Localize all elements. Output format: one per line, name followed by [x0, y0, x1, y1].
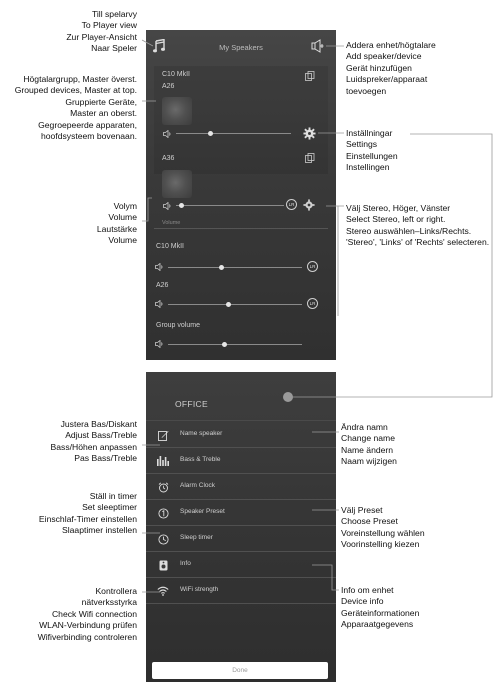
menu-bass-treble[interactable]: Bass & Treble: [146, 448, 336, 474]
group-master-name: C10 MkII: [162, 71, 191, 78]
row1-volume-knob[interactable]: [219, 265, 225, 270]
group-master-volume-track[interactable]: [176, 133, 291, 134]
device-info-icon: [156, 558, 170, 572]
row1-lr-button[interactable]: LR: [307, 261, 318, 272]
menu-label: WiFi strength: [180, 586, 219, 593]
menu-label: Bass & Treble: [180, 456, 221, 463]
row2-volume-knob[interactable]: [225, 302, 231, 307]
speaker2-volume-caption: Volume: [162, 220, 181, 226]
divider: [154, 228, 328, 229]
divider: [146, 420, 336, 421]
speaker2-volume-knob[interactable]: [178, 203, 184, 208]
annotation-volume: Volym Volume Lautstärke Volume: [96, 201, 137, 246]
menu-alarm-clock[interactable]: Alarm Clock: [146, 474, 336, 500]
preset-one-icon: [156, 506, 170, 520]
wifi-icon: [156, 584, 170, 598]
annotation-sleep: Ställ in timer Set sleeptimer Einschlaf-…: [38, 491, 137, 536]
annotation-settings: Inställningar Settings Einstellungen Ins…: [346, 128, 398, 173]
menu-label: Sleep timer: [180, 534, 213, 541]
volume-row1-label: C10 MkII: [156, 243, 185, 250]
menu-label: Name speaker: [180, 430, 223, 437]
menu-label: Alarm Clock: [180, 482, 216, 489]
group-album-art: [162, 97, 192, 125]
menu-wifi-strength[interactable]: WiFi strength: [146, 578, 336, 604]
annotation-bass-treble: Justera Bas/Diskant Adjust Bass/Treble B…: [50, 419, 137, 464]
alarm-clock-icon: [156, 480, 170, 494]
speaker-title: OFFICE: [175, 399, 208, 409]
annotation-to-player: Till spelarvy To Player view Zur Player-…: [66, 9, 137, 54]
group-volume-track[interactable]: [168, 344, 302, 345]
group-speaker-icon[interactable]: [304, 70, 316, 82]
menu-sleep-timer[interactable]: Sleep timer: [146, 526, 336, 552]
group-volume-knob[interactable]: [221, 342, 227, 347]
annotation-stereo: Välj Stereo, Höger, Vänster Select Stere…: [346, 203, 490, 248]
speaker2-group-icon[interactable]: [304, 152, 316, 164]
speaker-settings-screen: OFFICE Name speaker Bass & Treble Alarm …: [146, 372, 336, 682]
annotation-preset: Välj Preset Choose Preset Voreinstellung…: [341, 505, 425, 550]
annotation-info: Info om enhet Device info Geräteinformat…: [341, 585, 420, 630]
group-volume-speaker-icon: [162, 129, 172, 139]
menu-name-speaker[interactable]: Name speaker: [146, 422, 336, 448]
group-master-volume-knob[interactable]: [208, 131, 213, 136]
menu-speaker-preset[interactable]: Speaker Preset: [146, 500, 336, 526]
done-button[interactable]: Done: [152, 662, 328, 679]
speaker2-lr-button[interactable]: LR: [286, 199, 297, 210]
gear-icon[interactable]: [302, 198, 316, 212]
volume-row2-label: A26: [156, 282, 169, 289]
my-speakers-screen: My Speakers C10 MkII A26 A36 LR Volume C…: [146, 30, 336, 360]
speaker2-name: A36: [162, 155, 175, 162]
row2-volume-track[interactable]: [168, 304, 302, 305]
annotation-rename: Ändra namn Change name Name ändern Naam …: [341, 422, 397, 467]
row1-volume-track[interactable]: [168, 267, 302, 268]
add-speaker-icon[interactable]: [310, 38, 326, 54]
menu-label: Info: [180, 560, 191, 567]
gear-icon[interactable]: [302, 126, 316, 140]
group-volume-label: Group volume: [156, 322, 200, 329]
group-volume-icon: [154, 339, 164, 349]
equalizer-icon: [156, 454, 170, 468]
group-slave-name: A26: [162, 83, 175, 90]
speaker2-volume-icon: [162, 201, 172, 211]
menu-label: Speaker Preset: [180, 508, 225, 515]
timer-icon: [156, 532, 170, 546]
annotation-add-speaker: Addera enhet/högtalare Add speaker/devic…: [346, 40, 436, 96]
menu-info[interactable]: Info: [146, 552, 336, 578]
divider: [146, 603, 336, 604]
screen-title: My Speakers: [219, 43, 263, 52]
row2-lr-button[interactable]: LR: [307, 298, 318, 309]
speaker2-album-art: [162, 170, 192, 198]
speaker2-volume-track[interactable]: [176, 205, 284, 206]
annotation-grouped: Högtalargrupp, Master överst. Grouped de…: [14, 74, 137, 142]
annotation-wifi: Kontrollera nätverksstyrka Check Wifi co…: [37, 586, 137, 642]
row1-volume-icon: [154, 262, 164, 272]
row2-volume-icon: [154, 299, 164, 309]
edit-icon: [156, 428, 170, 442]
